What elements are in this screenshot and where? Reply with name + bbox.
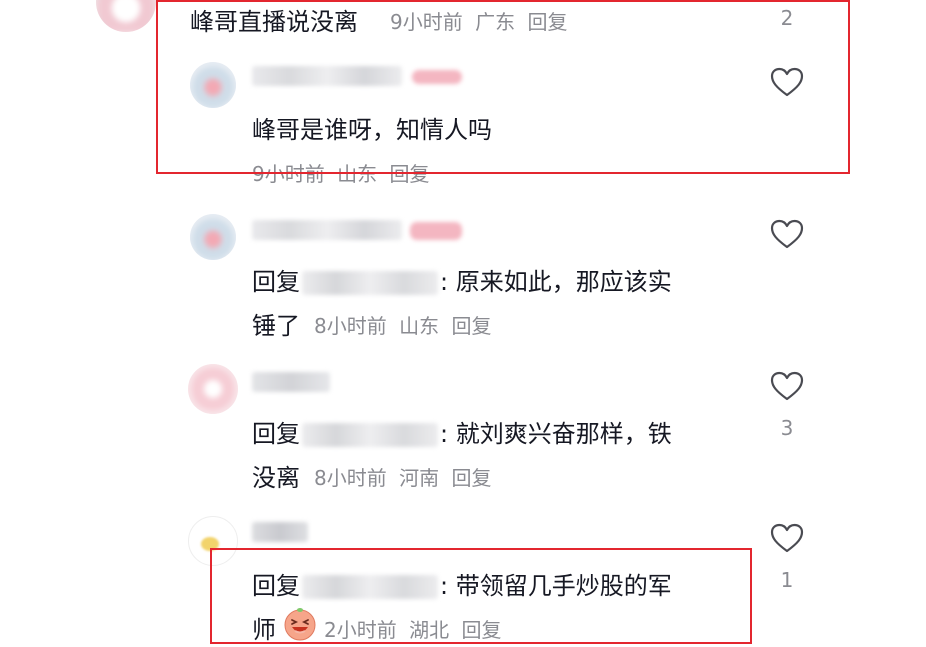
reply-avatar[interactable] [190, 62, 236, 108]
reply-button[interactable]: 回复 [527, 10, 567, 34]
heart-outline-icon[interactable] [769, 370, 805, 402]
reply-meta: 8小时前 河南 回复 [314, 462, 497, 491]
reply-text-line2: 师 [252, 616, 276, 644]
comment-location: 山东 [337, 162, 378, 186]
heart-outline-icon[interactable] [769, 66, 805, 98]
reply-button[interactable]: 回复 [451, 314, 491, 338]
top-comment-text: 峰哥直播说没离 [190, 8, 358, 36]
top-comment-meta: 9小时前 广东 回复 [390, 6, 573, 35]
reply-username-masked[interactable] [252, 66, 402, 86]
comment-location: 湖北 [409, 618, 450, 642]
reply-avatar[interactable] [188, 516, 238, 566]
reply-text: 回复: 原来如此，那应该实 [252, 268, 672, 296]
comment-location: 山东 [399, 314, 440, 338]
heart-outline-icon[interactable] [769, 218, 805, 250]
reply-badge-masked [412, 70, 462, 84]
comment-time: 2小时前 [324, 618, 397, 642]
reply-username-masked[interactable] [252, 522, 308, 542]
reply-text: 回复: 就刘爽兴奋那样，铁 [252, 420, 672, 448]
reply-avatar[interactable] [190, 214, 236, 260]
reply-badge-masked [410, 222, 462, 240]
top-comment-avatar[interactable] [96, 0, 156, 32]
reply-text: 峰哥是谁呀，知情人吗 [252, 116, 492, 144]
like-count: 1 [780, 568, 794, 592]
reply-text-line2: 锤了 [252, 312, 300, 340]
reply-username-masked[interactable] [252, 220, 402, 240]
comment-time: 9小时前 [252, 162, 325, 186]
like-count: 3 [780, 416, 794, 440]
reply-text: 回复: 带领留几手炒股的军 [252, 572, 672, 600]
comment-location: 广东 [475, 10, 516, 34]
heart-outline-icon[interactable] [769, 522, 805, 554]
reply-meta: 8小时前 山东 回复 [314, 310, 497, 339]
comment-time: 8小时前 [314, 314, 387, 338]
reply-button[interactable]: 回复 [451, 466, 491, 490]
like-count: 2 [780, 6, 794, 30]
reply-button[interactable]: 回复 [461, 618, 501, 642]
reply-username-masked[interactable] [252, 372, 330, 392]
reply-button[interactable]: 回复 [389, 162, 429, 186]
reply-text-line2: 没离 [252, 464, 300, 492]
reply-meta: 9小时前 山东 回复 [252, 158, 435, 187]
comment-location: 河南 [399, 466, 440, 490]
reply-meta: 2小时前 湖北 回复 [324, 614, 507, 643]
comment-time: 9小时前 [390, 10, 463, 34]
comment-time: 8小时前 [314, 466, 387, 490]
laughing-emoji-icon [284, 608, 316, 641]
reply-avatar[interactable] [188, 364, 238, 414]
